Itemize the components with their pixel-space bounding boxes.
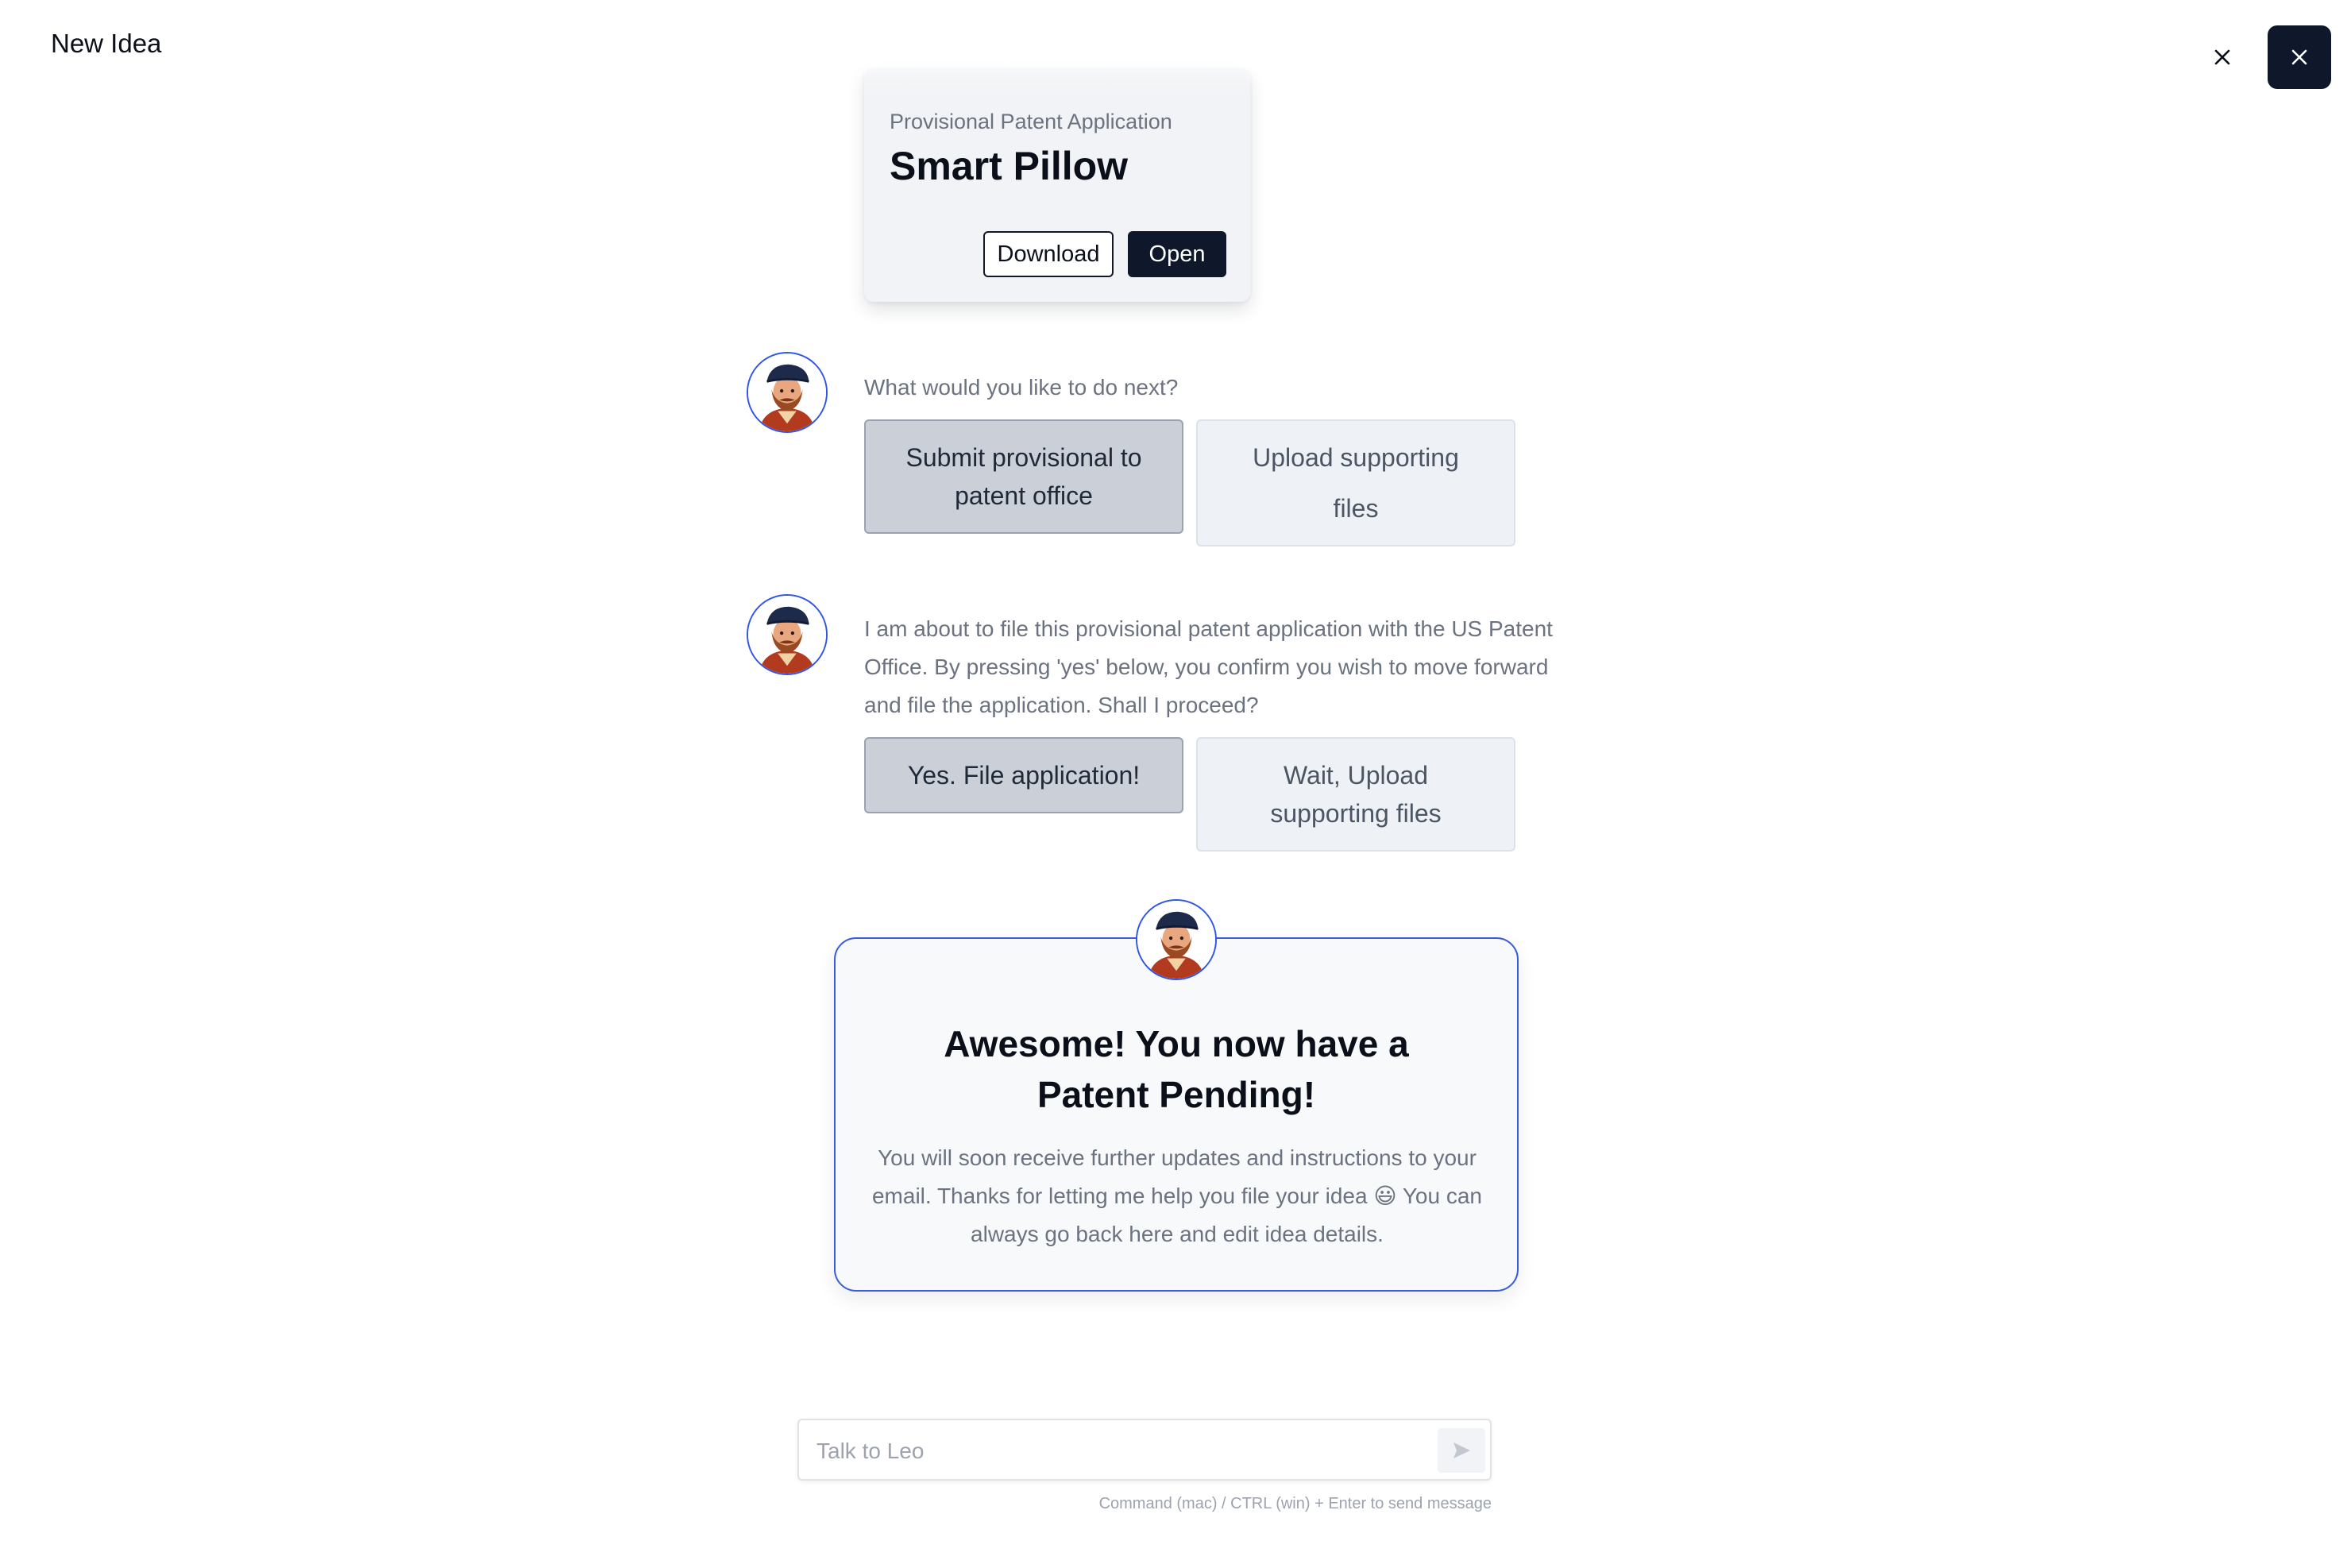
chat-input[interactable] — [815, 1431, 1422, 1471]
download-button[interactable]: Download — [983, 231, 1114, 277]
send-button[interactable] — [1438, 1428, 1485, 1473]
chat-input-box — [797, 1419, 1492, 1481]
close-dialog-button[interactable] — [2268, 25, 2331, 89]
submit-provisional-button[interactable]: Submit provisional to patent office — [864, 419, 1183, 534]
close-icon — [2214, 49, 2230, 65]
wait-upload-files-button[interactable]: Wait, Upload supporting files — [1196, 737, 1515, 852]
send-hint: Command (mac) / CTRL (win) + Enter to se… — [1098, 1495, 1492, 1512]
patent-pending-card: Awesome! You now have a Patent Pending! … — [834, 937, 1519, 1292]
leo-avatar — [747, 352, 828, 433]
close-icon — [2291, 49, 2307, 65]
page-title: New Idea — [51, 29, 162, 58]
leo-avatar — [747, 594, 828, 675]
send-icon — [1453, 1442, 1470, 1458]
assistant-message: I am about to file this provisional pate… — [864, 616, 1553, 717]
document-title: Smart Pillow — [890, 144, 1129, 188]
leo-avatar — [1136, 899, 1217, 980]
success-message: You will soon receive further updates an… — [871, 1145, 1482, 1246]
close-button[interactable] — [2203, 38, 2241, 76]
patent-document-card: Provisional Patent Application Smart Pil… — [864, 37, 1250, 302]
open-button[interactable]: Open — [1128, 231, 1226, 277]
success-title: Awesome! You now have a Patent Pending! — [944, 1023, 1409, 1115]
document-type: Provisional Patent Application — [890, 110, 1172, 133]
upload-supporting-files-button[interactable]: Upload supporting files — [1196, 419, 1515, 546]
file-application-button[interactable]: Yes. File application! — [864, 737, 1183, 813]
assistant-message: What would you like to do next? — [864, 375, 1179, 400]
